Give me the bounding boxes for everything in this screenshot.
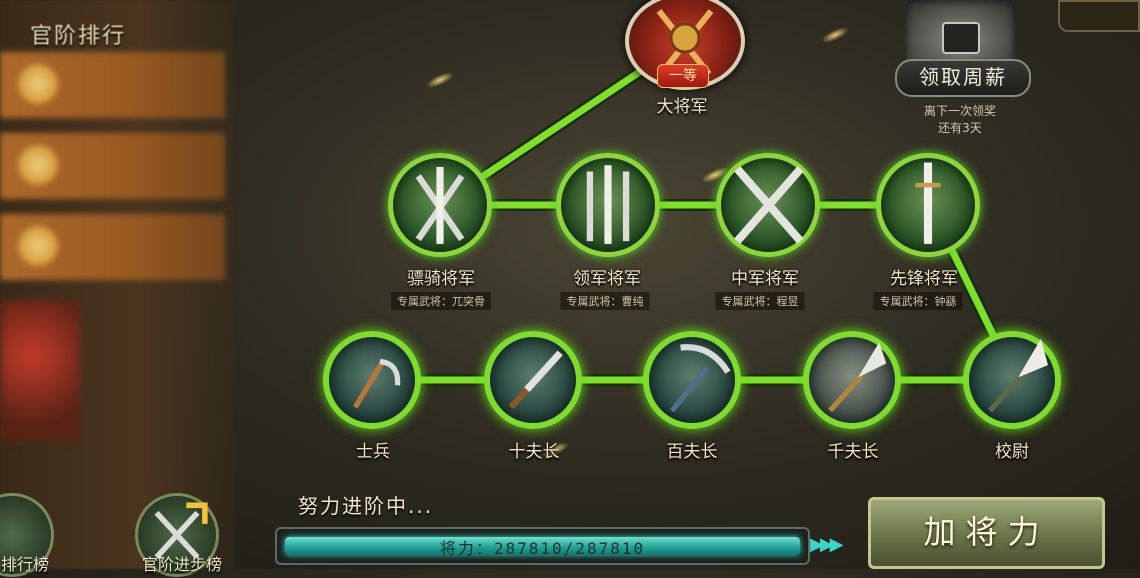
power-progress-bar: 将力：287810/287810: [275, 527, 810, 565]
rank-label: 中军将军: [731, 269, 799, 289]
rank-label: 先锋将军: [890, 269, 958, 289]
pickaxe-icon: [669, 344, 731, 413]
progress-status: 努力进阶中...: [298, 494, 434, 518]
add-power-button[interactable]: 加将力: [868, 497, 1105, 569]
promotion-list-label: 官阶进步榜: [141, 555, 223, 574]
weekly-countdown: 离下一次领奖 还有3天: [890, 103, 1030, 137]
exclusive-general: 专属武将：兀突骨: [391, 292, 491, 310]
rank-label: 千夫长: [827, 442, 879, 462]
general-node-xianfeng[interactable]: [876, 153, 980, 257]
exclusive-general: 专属武将：曹纯: [560, 292, 650, 310]
soldier-node-qianfuzhang[interactable]: [803, 331, 901, 429]
soldier-node-xiaowei[interactable]: [963, 331, 1061, 429]
general-node-lingjun[interactable]: [556, 153, 660, 257]
general-node-zhongjun[interactable]: [716, 153, 820, 257]
rank-label: 校尉: [995, 442, 1029, 462]
weekly-note-line: 还有3天: [938, 121, 982, 135]
rank-label: 十夫长: [508, 442, 560, 462]
crossed-swords-icon: [734, 166, 804, 244]
weekly-note-line: 离下一次领奖: [923, 104, 996, 118]
exclusive-general: 专属武将：程昱: [715, 292, 805, 310]
rank-badge: 一等: [657, 64, 709, 88]
rank-label: 百夫长: [666, 442, 718, 462]
rank-label: 领军将军: [573, 269, 641, 289]
sword-icon: [915, 162, 941, 244]
arrow-right-icon: ▶▶▶: [810, 534, 843, 555]
scythe-icon: [353, 358, 401, 409]
glaive-icon: [828, 342, 887, 413]
soldier-node-shifuzhang[interactable]: [484, 331, 582, 429]
weekly-salary-button[interactable]: 领取周薪: [895, 59, 1031, 97]
soldier-node-baifuzhang[interactable]: [643, 331, 741, 429]
glaive-icon: [988, 338, 1048, 413]
soldier-node-shibing[interactable]: [323, 331, 421, 429]
progress-label: 将力：287810/287810: [439, 539, 646, 558]
crossed-swords-icon: [415, 167, 465, 244]
rank-label: 骠骑将军: [407, 269, 475, 289]
rank-list-label: 排行榜: [0, 555, 50, 574]
triple-swords-icon: [586, 165, 630, 244]
lock-icon: [942, 22, 980, 54]
rank-label-grand-general: 大将军: [656, 97, 708, 117]
dagger-icon: [508, 350, 563, 410]
exclusive-general: 专属武将：钟繇: [873, 292, 963, 310]
rank-label: 士兵: [356, 442, 390, 462]
general-node-piaoqi[interactable]: [388, 153, 492, 257]
